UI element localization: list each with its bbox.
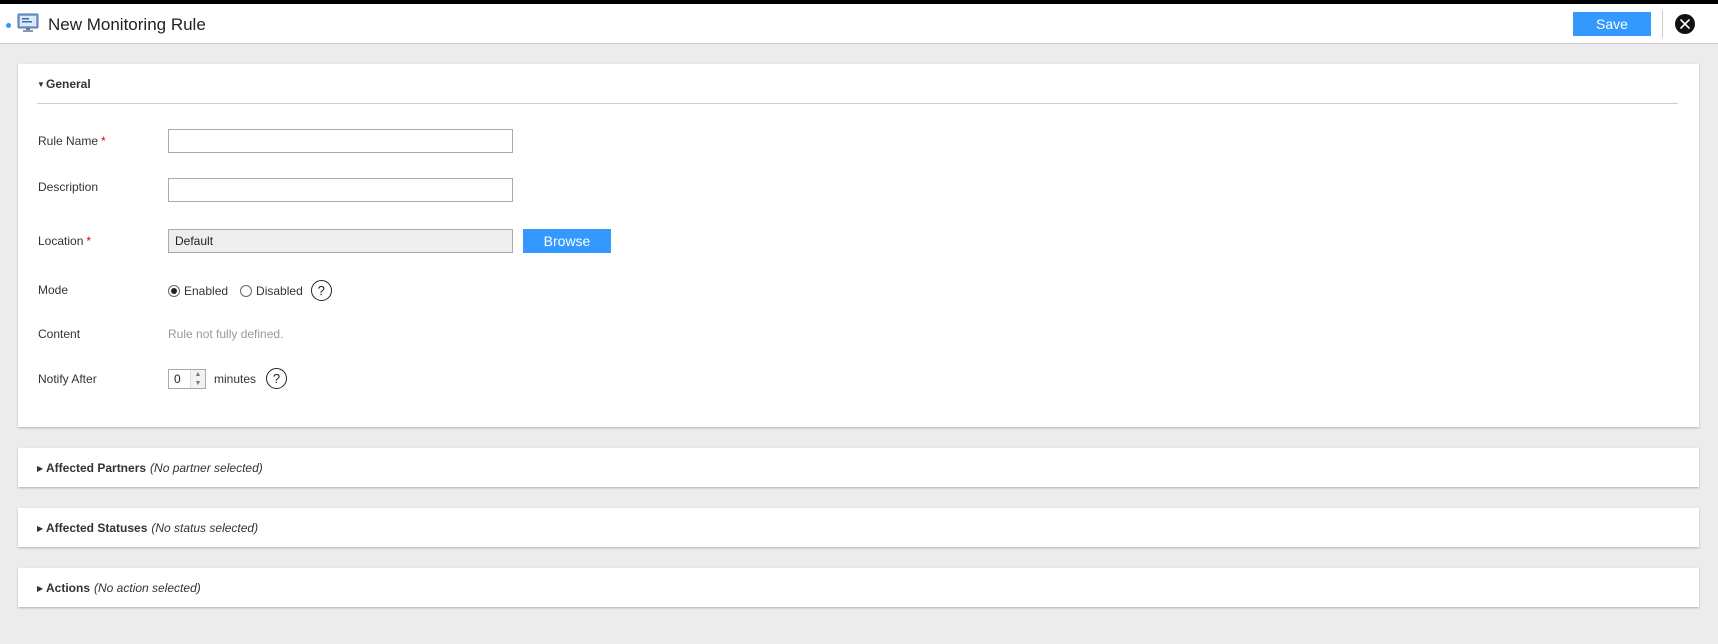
notify-after-row: 0 ▲ ▼ minutes ? (168, 368, 288, 389)
rule-name-label: Rule Name * (38, 134, 106, 148)
page-title: New Monitoring Rule (48, 15, 206, 34)
location-field: Default (168, 229, 513, 253)
caret-right-icon: ▶ (37, 583, 44, 593)
affected-partners-panel: ▶ Affected Partners (No partner selected… (18, 448, 1699, 487)
monitor-icon (17, 13, 39, 33)
stepper-arrows[interactable]: ▲ ▼ (190, 369, 205, 388)
notify-after-stepper[interactable]: 0 ▲ ▼ (168, 368, 206, 389)
affected-statuses-note: (No status selected) (151, 521, 259, 535)
chevron-down-icon[interactable]: ▼ (191, 379, 205, 388)
mode-label: Mode (38, 283, 69, 297)
section-divider (37, 103, 1678, 104)
actions-title: Actions (46, 581, 91, 595)
description-label: Description (38, 180, 99, 194)
affected-partners-title: Affected Partners (46, 461, 147, 475)
affected-partners-header[interactable]: ▶ Affected Partners (No partner selected… (37, 461, 263, 475)
content-status-text: Rule not fully defined. (168, 327, 284, 341)
content-label: Content (38, 327, 81, 341)
actions-header[interactable]: ▶ Actions (No action selected) (37, 581, 201, 595)
notify-after-unit: minutes (214, 371, 257, 386)
close-icon[interactable] (1675, 14, 1695, 34)
browse-button[interactable]: Browse (523, 229, 611, 253)
caret-right-icon: ▶ (37, 463, 44, 473)
save-button[interactable]: Save (1573, 12, 1651, 36)
caret-down-icon: ▼ (37, 79, 45, 89)
mode-disabled-label[interactable]: Disabled (256, 284, 303, 298)
description-input[interactable] (168, 178, 513, 202)
affected-statuses-title: Affected Statuses (46, 521, 148, 535)
caret-right-icon: ▶ (37, 523, 44, 533)
active-indicator-dot (6, 23, 11, 28)
mode-radio-group: Enabled Disabled ? (168, 280, 332, 301)
affected-statuses-panel: ▶ Affected Statuses (No status selected) (18, 508, 1699, 547)
notify-after-label: Notify After (38, 372, 97, 386)
rule-name-input[interactable] (168, 129, 513, 153)
mode-enabled-label[interactable]: Enabled (184, 284, 228, 298)
affected-partners-note: (No partner selected) (150, 461, 263, 475)
help-icon[interactable]: ? (266, 368, 288, 389)
actions-panel: ▶ Actions (No action selected) (18, 568, 1699, 607)
mode-enabled-radio[interactable] (168, 284, 180, 297)
header-separator (1662, 10, 1663, 38)
mode-disabled-radio[interactable] (240, 284, 253, 297)
location-label: Location * (38, 234, 92, 248)
general-section-title: General (46, 77, 91, 91)
notify-after-value[interactable]: 0 (169, 370, 190, 388)
general-section-header[interactable]: ▼ General (37, 77, 91, 91)
affected-statuses-header[interactable]: ▶ Affected Statuses (No status selected) (37, 521, 258, 535)
general-panel: ▼ General Rule Name * Description Locatio… (18, 64, 1699, 427)
actions-note: (No action selected) (94, 581, 201, 595)
chevron-up-icon[interactable]: ▲ (191, 370, 205, 379)
help-icon[interactable]: ? (310, 280, 332, 301)
header-bar: New Monitoring Rule Save (0, 4, 1718, 44)
